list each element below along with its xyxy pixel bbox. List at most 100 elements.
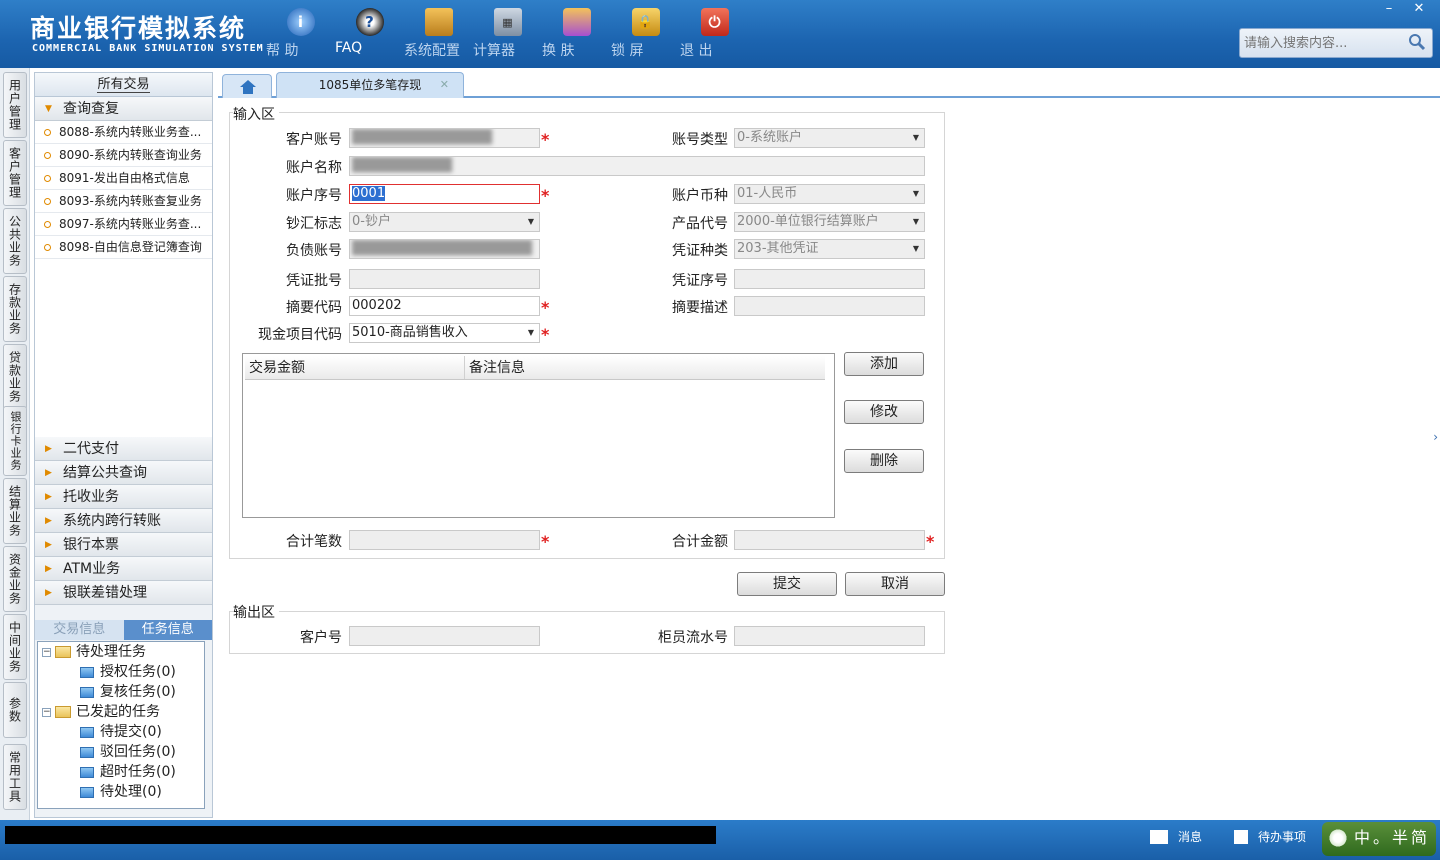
chevron-right-icon: ▶: [45, 492, 52, 502]
nav-intermediary-business[interactable]: 中间业务: [3, 614, 27, 680]
cash-flag-select[interactable]: 0-钞户 ▼: [349, 212, 540, 232]
dropdown-icon: ▼: [912, 189, 920, 198]
liability-account-field: ██████████████████: [349, 239, 540, 259]
group-second-gen-payment[interactable]: ▶ 二代支付: [35, 437, 212, 461]
tree-node-to-process[interactable]: 待处理(0): [80, 782, 162, 802]
list-item[interactable]: 8098-自由信息登记簿查询: [35, 236, 212, 259]
task-icon: [80, 666, 94, 678]
search-icon[interactable]: [1408, 33, 1426, 51]
exit-button[interactable]: ⏻ 退 出: [680, 8, 749, 60]
tab-task-info[interactable]: 任务信息: [123, 620, 212, 640]
minimize-button[interactable]: –: [1374, 0, 1404, 18]
nav-fund-business[interactable]: 资金业务: [3, 546, 27, 612]
all-transactions-header[interactable]: 所有交易: [35, 73, 212, 97]
nav-public-business[interactable]: 公共业务: [3, 208, 27, 274]
voucher-type-select[interactable]: 203-其他凭证 ▼: [734, 239, 925, 259]
required-mark: *: [541, 130, 550, 149]
total-amount-field: [734, 530, 925, 550]
group-settlement-query[interactable]: ▶ 结算公共查询: [35, 461, 212, 485]
group-inter-branch-transfer[interactable]: ▶ 系统内跨行转账: [35, 509, 212, 533]
list-item[interactable]: 8088-系统内转账业务查...: [35, 121, 212, 144]
group-atm[interactable]: ▶ ATM业务: [35, 557, 212, 581]
list-item[interactable]: 8091-发出自由格式信息: [35, 167, 212, 190]
submit-button[interactable]: 提交: [737, 572, 837, 596]
list-item[interactable]: 8090-系统内转账查询业务: [35, 144, 212, 167]
tree-node-timeout[interactable]: 超时任务(0): [80, 762, 176, 782]
required-mark: *: [541, 186, 550, 205]
teller-serial-label: 柜员流水号: [658, 630, 728, 646]
account-seq-input[interactable]: 0001: [349, 184, 540, 204]
customer-account-field[interactable]: ██████████████: [349, 128, 540, 148]
tree-node-review[interactable]: 复核任务(0): [80, 682, 176, 702]
voucher-seq-field[interactable]: [734, 269, 925, 289]
collapse-icon[interactable]: −: [42, 647, 51, 657]
account-currency-select[interactable]: 01-人民币 ▼: [734, 184, 925, 204]
task-icon: [80, 766, 94, 778]
group-unionpay-error[interactable]: ▶ 银联差错处理: [35, 581, 212, 605]
skin-button[interactable]: 换 肤: [542, 8, 611, 60]
add-button[interactable]: 添加: [844, 352, 924, 376]
close-tab-icon[interactable]: ✕: [440, 73, 449, 97]
cash-item-code-select[interactable]: 5010-商品销售收入 ▼: [349, 323, 540, 343]
transaction-detail-grid[interactable]: 交易金额 备注信息: [242, 353, 835, 518]
close-window-button[interactable]: ✕: [1404, 0, 1434, 18]
app-title: 商业银行模拟系统: [30, 14, 247, 43]
checkbox-icon: [1234, 829, 1248, 844]
chevron-right-icon: ▶: [45, 444, 52, 454]
column-header-remarks[interactable]: 备注信息: [465, 356, 825, 379]
cancel-button[interactable]: 取消: [845, 572, 945, 596]
calculator-button[interactable]: ▦ 计算器: [473, 8, 542, 60]
shirt-icon: [562, 8, 591, 36]
nav-settlement-business[interactable]: 结算业务: [3, 478, 27, 544]
task-tabs: 交易信息 任务信息: [35, 620, 212, 640]
messages-button[interactable]: 消息: [1150, 828, 1202, 845]
status-message-bar: [5, 826, 716, 844]
lock-screen-button[interactable]: 🔒 锁 屏: [611, 8, 680, 60]
search-input[interactable]: [1240, 29, 1400, 57]
account-type-select[interactable]: 0-系统账户 ▼: [734, 128, 925, 148]
todo-button[interactable]: 待办事项: [1234, 828, 1306, 845]
list-item[interactable]: 8097-系统内转账业务查...: [35, 213, 212, 236]
dropdown-icon: ▼: [912, 217, 920, 226]
group-query-reply[interactable]: ▼ 查询查复: [35, 97, 212, 121]
column-header-amount[interactable]: 交易金额: [245, 356, 465, 379]
nav-customer-management[interactable]: 客户管理: [3, 140, 27, 206]
delete-button[interactable]: 删除: [844, 449, 924, 473]
tree-node-pending[interactable]: − 待处理任务: [42, 642, 146, 662]
nav-deposit-business[interactable]: 存款业务: [3, 276, 27, 342]
system-config-button[interactable]: 系统配置: [404, 8, 473, 60]
task-icon: [80, 686, 94, 698]
list-item[interactable]: 8093-系统内转账查复业务: [35, 190, 212, 213]
tree-node-rejected[interactable]: 驳回任务(0): [80, 742, 176, 762]
required-mark: *: [541, 532, 550, 551]
voucher-batch-field[interactable]: [349, 269, 540, 289]
required-mark: *: [541, 325, 550, 344]
edit-button[interactable]: 修改: [844, 400, 924, 424]
nav-parameters[interactable]: 参数: [3, 682, 27, 738]
tree-node-initiated[interactable]: − 已发起的任务: [42, 702, 160, 722]
chevron-right-icon: ▶: [45, 564, 52, 574]
help-button[interactable]: i 帮 助: [266, 8, 335, 60]
summary-desc-field: [734, 296, 925, 316]
collapse-icon[interactable]: −: [42, 707, 51, 717]
ime-indicator[interactable]: 中。半简: [1322, 822, 1436, 856]
summary-desc-label: 摘要描述: [672, 300, 728, 316]
nav-common-tools[interactable]: 常用工具: [3, 744, 27, 810]
nav-user-management[interactable]: 用户管理: [3, 72, 27, 138]
tab-transaction-info[interactable]: 交易信息: [35, 620, 124, 640]
customer-account-label: 客户账号: [286, 132, 342, 148]
tab-home[interactable]: [222, 74, 272, 98]
nav-loan-business[interactable]: 贷款业务: [3, 344, 27, 410]
expand-right-icon[interactable]: ›: [1433, 430, 1438, 444]
product-code-select[interactable]: 2000-单位银行结算账户 ▼: [734, 212, 925, 232]
input-area-legend: 输入区: [233, 104, 279, 124]
summary-code-input[interactable]: 000202: [349, 296, 540, 316]
tab-current-transaction[interactable]: 1085单位多笔存现 ✕: [276, 72, 464, 98]
tree-node-authorize[interactable]: 授权任务(0): [80, 662, 176, 682]
faq-button[interactable]: ? FAQ: [335, 8, 404, 60]
power-icon: ⏻: [700, 8, 729, 36]
tree-node-to-submit[interactable]: 待提交(0): [80, 722, 162, 742]
nav-bank-card-business[interactable]: 银行卡业务: [3, 406, 27, 476]
group-collection[interactable]: ▶ 托收业务: [35, 485, 212, 509]
group-bank-draft[interactable]: ▶ 银行本票: [35, 533, 212, 557]
